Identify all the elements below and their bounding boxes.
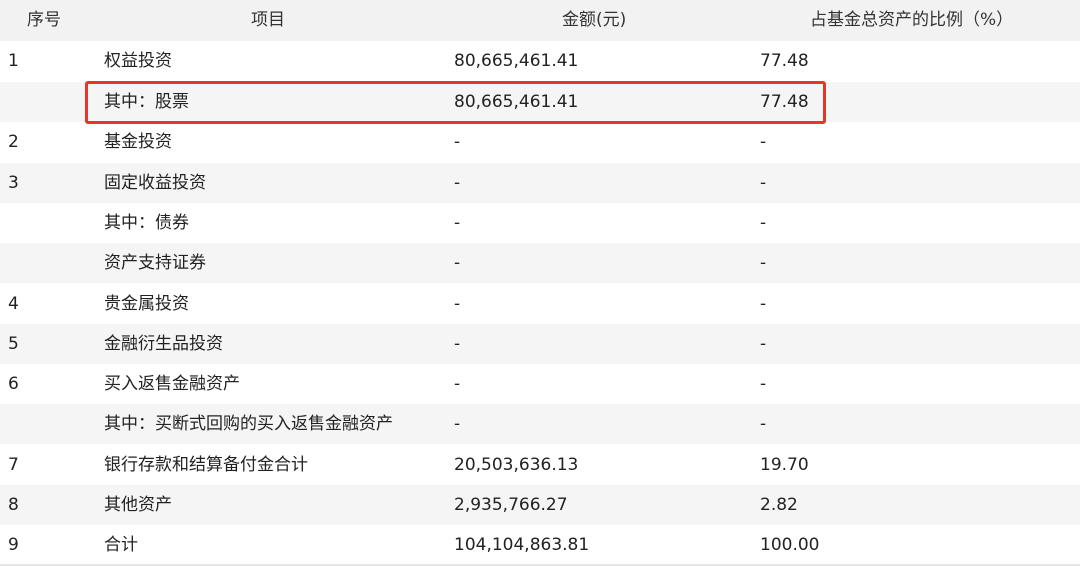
row-amount: 80,665,461.41 xyxy=(454,51,579,71)
table-row: 其中：买断式回购的买入返售金融资产 - - xyxy=(0,404,1080,444)
row-ratio: 77.48 xyxy=(760,51,809,71)
row-ratio: - xyxy=(760,213,767,233)
row-item: 其他资产 xyxy=(104,495,172,515)
header-item: 项目 xyxy=(251,10,285,30)
row-amount: - xyxy=(454,414,461,434)
row-item: 其中：股票 xyxy=(104,92,189,112)
table-row: 7 银行存款和结算备付金合计 20,503,636.13 19.70 xyxy=(0,445,1080,485)
row-amount: - xyxy=(454,294,461,314)
row-ratio: - xyxy=(760,253,767,273)
table-row: 其中：债券 - - xyxy=(0,203,1080,243)
row-no: 6 xyxy=(8,374,19,394)
table-row: 3 固定收益投资 - - xyxy=(0,163,1080,203)
row-amount: - xyxy=(454,173,461,193)
row-no: 5 xyxy=(8,334,19,354)
row-item: 合计 xyxy=(104,535,138,555)
table-row: 5 金融衍生品投资 - - xyxy=(0,324,1080,364)
table-row: 6 买入返售金融资产 - - xyxy=(0,364,1080,404)
row-item: 贵金属投资 xyxy=(104,294,189,314)
header-amount: 金额(元) xyxy=(562,10,627,30)
row-item: 固定收益投资 xyxy=(104,173,206,193)
row-no: 7 xyxy=(8,455,19,475)
row-ratio: 77.48 xyxy=(760,92,809,112)
row-amount: 20,503,636.13 xyxy=(454,455,579,475)
row-item: 其中：债券 xyxy=(104,213,189,233)
row-ratio: 19.70 xyxy=(760,455,809,475)
row-no: 8 xyxy=(8,495,19,515)
row-item: 基金投资 xyxy=(104,132,172,152)
row-amount: 104,104,863.81 xyxy=(454,535,590,555)
row-amount: 80,665,461.41 xyxy=(454,92,579,112)
row-item: 资产支持证券 xyxy=(104,253,206,273)
row-item: 银行存款和结算备付金合计 xyxy=(104,455,308,475)
header-no: 序号 xyxy=(27,10,61,30)
row-amount: - xyxy=(454,374,461,394)
table-row: 资产支持证券 - - xyxy=(0,243,1080,283)
row-ratio: - xyxy=(760,334,767,354)
row-ratio: - xyxy=(760,132,767,152)
row-amount: - xyxy=(454,253,461,273)
row-ratio: - xyxy=(760,294,767,314)
row-item: 权益投资 xyxy=(104,51,172,71)
row-item: 金融衍生品投资 xyxy=(104,334,223,354)
table-row: 其中：股票 80,665,461.41 77.48 xyxy=(0,82,1080,122)
table-header: 序号 项目 金额(元) 占基金总资产的比例（%） xyxy=(0,0,1080,41)
row-amount: - xyxy=(454,132,461,152)
row-ratio: - xyxy=(760,414,767,434)
table-row: 1 权益投资 80,665,461.41 77.48 xyxy=(0,41,1080,81)
table-row: 2 基金投资 - - xyxy=(0,122,1080,162)
row-no: 1 xyxy=(8,51,19,71)
row-no: 2 xyxy=(8,132,19,152)
row-item: 买入返售金融资产 xyxy=(104,374,240,394)
asset-allocation-table: 序号 项目 金额(元) 占基金总资产的比例（%） 1 权益投资 80,665,4… xyxy=(0,0,1080,566)
row-amount: - xyxy=(454,213,461,233)
row-ratio: 100.00 xyxy=(760,535,820,555)
row-ratio: 2.82 xyxy=(760,495,798,515)
row-no: 4 xyxy=(8,294,19,314)
header-ratio: 占基金总资产的比例（%） xyxy=(810,10,1014,30)
row-amount: 2,935,766.27 xyxy=(454,495,568,515)
table-row: 4 贵金属投资 - - xyxy=(0,284,1080,324)
row-item: 其中：买断式回购的买入返售金融资产 xyxy=(104,414,393,434)
row-ratio: - xyxy=(760,374,767,394)
row-amount: - xyxy=(454,334,461,354)
table-row: 9 合计 104,104,863.81 100.00 xyxy=(0,525,1080,565)
table-row: 8 其他资产 2,935,766.27 2.82 xyxy=(0,485,1080,525)
row-no: 3 xyxy=(8,173,19,193)
row-ratio: - xyxy=(760,173,767,193)
row-no: 9 xyxy=(8,535,19,555)
